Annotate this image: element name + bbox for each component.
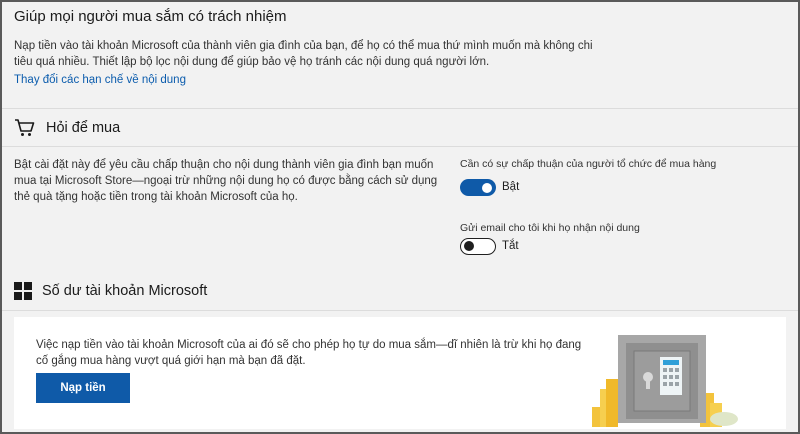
responsible-shopping-title: Giúp mọi người mua sắm có trách nhiệm [14,8,287,25]
balance-panel: Việc nạp tiền vào tài khoản Microsoft củ… [14,317,786,429]
windows-logo-icon [14,282,32,300]
divider [2,146,798,147]
responsible-shopping-section: Giúp mọi người mua sắm có trách nhiệm Nạ… [2,2,798,108]
ask-to-buy-title: Hỏi để mua [46,120,121,136]
ask-to-buy-header: Hỏi để mua [14,118,120,138]
divider [2,108,798,109]
approval-setting-label: Cần có sự chấp thuận của người tổ chức đ… [460,158,717,170]
safe-and-coins-illustration [592,335,738,427]
cart-icon [15,119,35,136]
balance-header: Số dư tài khoản Microsoft [14,282,207,300]
toggle-knob [464,241,474,251]
email-toggle-state: Tắt [502,240,519,252]
approval-toggle[interactable] [460,179,496,196]
toggle-knob [482,182,492,193]
balance-title: Số dư tài khoản Microsoft [42,283,208,299]
email-setting-label: Gửi email cho tôi khi họ nhận nội dung [460,222,640,234]
change-content-restrictions-link[interactable]: Thay đổi các hạn chế về nội dung [14,74,186,86]
approval-toggle-state: Bật [502,181,520,193]
balance-description: Việc nạp tiền vào tài khoản Microsoft củ… [36,339,582,367]
responsible-shopping-description: Nạp tiền vào tài khoản Microsoft của thà… [14,40,593,68]
divider [2,310,798,311]
ask-to-buy-description: Bật cài đặt này để yêu cầu chấp thuận ch… [14,159,438,203]
email-toggle[interactable] [460,238,496,255]
add-money-button[interactable]: Nạp tiền [36,373,130,403]
